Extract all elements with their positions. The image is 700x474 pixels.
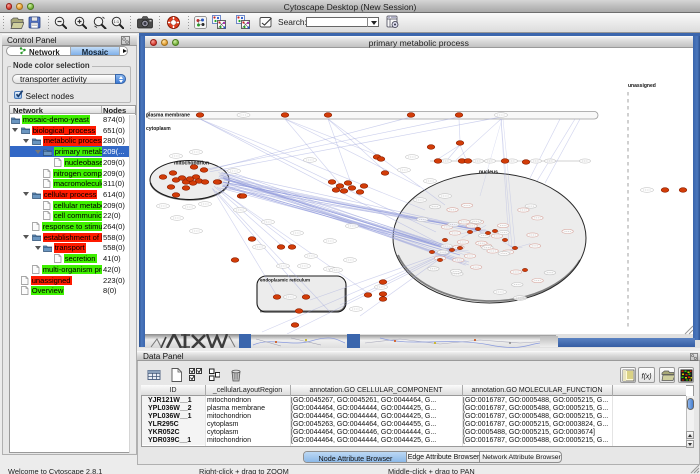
svg-text:endoplasmic reticulum: endoplasmic reticulum [260, 278, 310, 283]
svg-text:unassigned: unassigned [628, 83, 656, 89]
svg-text:cytoplasm: cytoplasm [146, 126, 171, 132]
svg-text:plasma membrane: plasma membrane [146, 113, 190, 119]
svg-text:f(x): f(x) [641, 373, 651, 380]
svg-text:1:1: 1:1 [114, 19, 120, 24]
svg-text:nucleus: nucleus [479, 170, 498, 176]
